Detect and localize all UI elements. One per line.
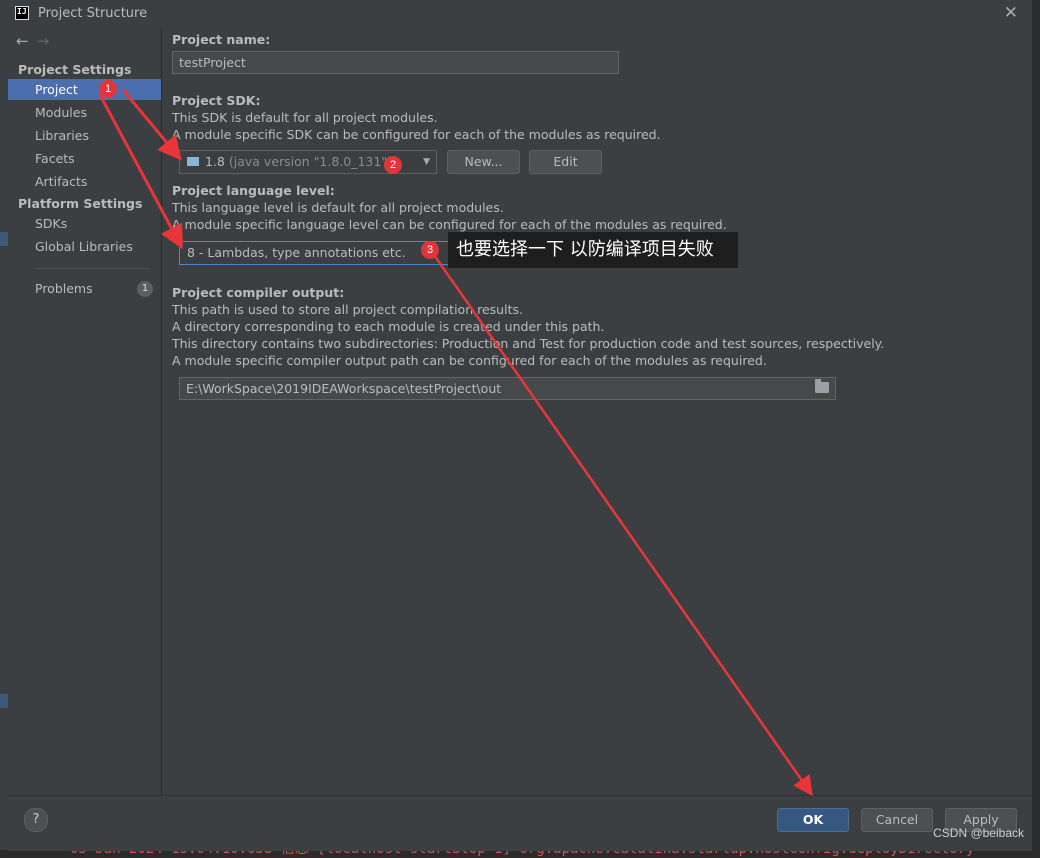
language-level-label: Project language level: [172, 183, 335, 198]
background-left-strip [0, 0, 8, 850]
problems-count-badge: 1 [137, 281, 153, 297]
sidebar: ←→ Project Settings Project Modules Libr… [8, 27, 162, 795]
help-button[interactable]: ? [24, 808, 48, 832]
browse-folder-icon[interactable] [815, 379, 829, 393]
compiler-output-path-field[interactable]: E:\WorkSpace\2019IDEAWorkspace\testProje… [179, 377, 836, 400]
dialog-footer: ? OK Cancel Apply [8, 795, 1032, 851]
sdk-edit-button[interactable]: Edit [529, 150, 602, 174]
forward-arrow-icon[interactable]: → [37, 32, 58, 50]
close-icon[interactable]: ✕ [1004, 3, 1018, 23]
sdk-new-button[interactable]: New... [447, 150, 520, 174]
sidebar-item-project[interactable]: Project [8, 79, 161, 100]
compiler-output-path: E:\WorkSpace\2019IDEAWorkspace\testProje… [186, 381, 502, 396]
project-name-field[interactable]: testProject [172, 51, 619, 74]
back-arrow-icon[interactable]: ← [16, 32, 37, 50]
nav-arrows: ←→ [16, 32, 57, 50]
main-panel: Project name: testProject Project SDK: T… [162, 27, 1032, 795]
sidebar-item-artifacts[interactable]: Artifacts [8, 171, 161, 192]
annotation-badge-2: 2 [384, 156, 402, 174]
compiler-output-description-1: This path is used to store all project c… [172, 302, 523, 317]
annotation-tooltip: 也要选择一下 以防编译项目失败 [448, 232, 738, 268]
compiler-output-label: Project compiler output: [172, 285, 345, 300]
watermark: CSDN @beiback [933, 826, 1024, 840]
sidebar-item-global-libraries[interactable]: Global Libraries [8, 236, 161, 257]
intellij-app-icon: IJ [15, 6, 29, 20]
project-name-label: Project name: [172, 32, 271, 47]
language-level-value: 8 - Lambdas, type annotations etc. [187, 245, 406, 260]
sidebar-item-libraries[interactable]: Libraries [8, 125, 161, 146]
sidebar-item-facets[interactable]: Facets [8, 148, 161, 169]
sidebar-item-sdks[interactable]: SDKs [8, 213, 161, 234]
title-bar: IJ Project Structure ✕ [8, 0, 1032, 27]
annotation-badge-1: 1 [99, 80, 117, 98]
project-sdk-label: Project SDK: [172, 93, 261, 108]
sdk-folder-icon [187, 157, 199, 166]
compiler-output-description-4: A module specific compiler output path c… [172, 353, 767, 368]
project-settings-header: Project Settings [18, 62, 132, 77]
sidebar-divider [35, 268, 150, 269]
background-right-strip [1032, 0, 1040, 850]
sdk-description-2: A module specific SDK can be configured … [172, 127, 661, 142]
cancel-button[interactable]: Cancel [861, 808, 933, 832]
sidebar-item-label: Problems [35, 281, 93, 296]
sidebar-item-problems[interactable]: Problems 1 [8, 278, 161, 299]
sidebar-item-modules[interactable]: Modules [8, 102, 161, 123]
language-level-description-2: A module specific language level can be … [172, 217, 727, 232]
background-marker [0, 232, 8, 246]
platform-settings-header: Platform Settings [18, 196, 143, 211]
language-level-description-1: This language level is default for all p… [172, 200, 504, 215]
sdk-detail: (java version "1.8.0_131") [228, 154, 392, 169]
window-title: Project Structure [38, 6, 148, 21]
compiler-output-description-3: This directory contains two subdirectori… [172, 336, 885, 351]
chevron-down-icon: ▼ [423, 157, 430, 167]
ok-button[interactable]: OK [777, 808, 849, 832]
sdk-description-1: This SDK is default for all project modu… [172, 110, 438, 125]
annotation-badge-3: 3 [421, 241, 439, 259]
project-structure-dialog: IJ Project Structure ✕ ←→ Project Settin… [8, 0, 1032, 851]
sdk-version: 1.8 [205, 154, 225, 169]
compiler-output-description-2: A directory corresponding to each module… [172, 319, 605, 334]
background-marker [0, 694, 8, 708]
